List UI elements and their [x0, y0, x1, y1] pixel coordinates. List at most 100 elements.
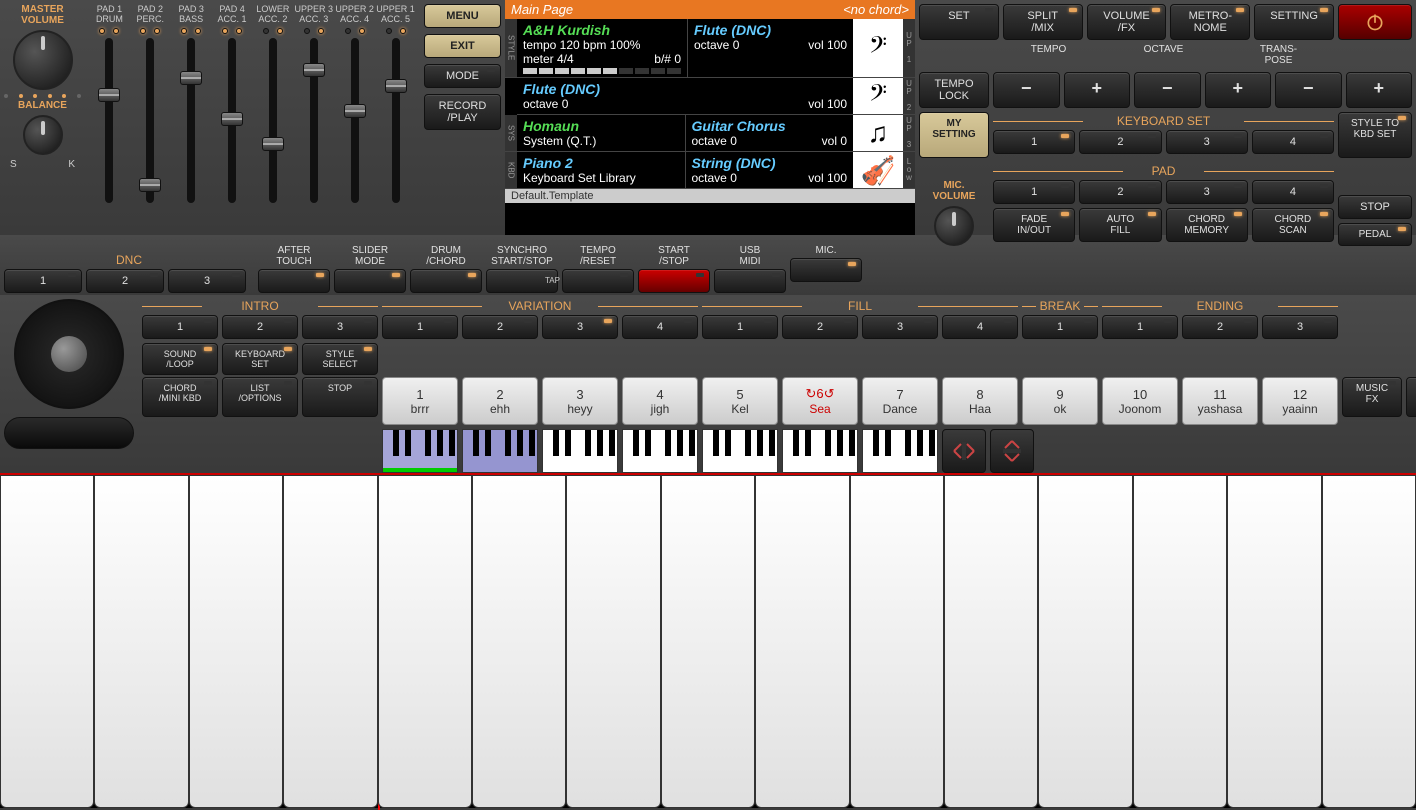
white-key-13[interactable] — [1227, 475, 1321, 808]
mini-kbd-4[interactable] — [702, 429, 778, 473]
kbd-set-2-button[interactable]: 2 — [1079, 130, 1161, 154]
fill-1-button[interactable]: 1 — [702, 315, 778, 339]
preset-10-pad[interactable]: 10Joonom — [1102, 377, 1178, 425]
slider-0[interactable] — [105, 38, 113, 203]
slider-4[interactable] — [269, 38, 277, 203]
intro-1-button[interactable]: 1 — [142, 315, 218, 339]
display-row-2[interactable]: SYSHomaunSystem (Q.T.) Guitar Chorusocta… — [505, 115, 915, 152]
preset-6-pad[interactable]: ↻6↺Sea — [782, 377, 858, 425]
ctrl-4-button[interactable]: TAP — [562, 269, 634, 293]
white-key-5[interactable] — [472, 475, 566, 808]
rt-volumefx-button[interactable]: VOLUME /FX — [1087, 4, 1167, 40]
rt3-2-button[interactable]: CHORD MEMORY — [1166, 208, 1248, 242]
white-key-14[interactable] — [1322, 475, 1416, 808]
rt3-3-button[interactable]: CHORD SCAN — [1252, 208, 1334, 242]
preset-4-pad[interactable]: 4jigh — [622, 377, 698, 425]
slider-5[interactable] — [310, 38, 318, 203]
preset-9-pad[interactable]: 9ok — [1022, 377, 1098, 425]
fill-2-button[interactable]: 2 — [782, 315, 858, 339]
white-key-11[interactable] — [1038, 475, 1132, 808]
tempo-lock-button[interactable]: TEMPO LOCK — [919, 72, 989, 108]
ctrl-1-button[interactable] — [334, 269, 406, 293]
my-setting-button[interactable]: MY SETTING — [919, 112, 989, 158]
preset-5-pad[interactable]: 5Kel — [702, 377, 778, 425]
preset-12-pad[interactable]: 12yaainn — [1262, 377, 1338, 425]
ctrl-7-button[interactable] — [790, 258, 862, 282]
ending-2-button[interactable]: 2 — [1182, 315, 1258, 339]
ending-1-button[interactable]: 1 — [1102, 315, 1178, 339]
slider-7[interactable] — [392, 38, 400, 203]
white-key-12[interactable] — [1133, 475, 1227, 808]
pad-2-button[interactable]: 2 — [1079, 180, 1161, 204]
white-key-8[interactable] — [755, 475, 849, 808]
mode-button[interactable]: MODE — [424, 64, 501, 88]
bottom-opt-button[interactable]: CHORD /MINI KBD — [142, 377, 218, 417]
fill-4-button[interactable]: 4 — [942, 315, 1018, 339]
white-key-3[interactable] — [283, 475, 377, 808]
break-1-button[interactable]: 1 — [1022, 315, 1098, 339]
white-key-6[interactable] — [566, 475, 660, 808]
balance-knob[interactable] — [23, 115, 63, 155]
dnc-3-button[interactable]: 3 — [168, 269, 246, 293]
white-key-7[interactable] — [661, 475, 755, 808]
ctrl-6-button[interactable] — [714, 269, 786, 293]
white-key-0[interactable] — [0, 475, 94, 808]
octave-minus-button[interactable]: − — [1134, 72, 1201, 108]
ctrl-5-button[interactable] — [638, 269, 710, 293]
white-key-1[interactable] — [94, 475, 188, 808]
rt3-0-button[interactable]: FADE IN/OUT — [993, 208, 1075, 242]
white-key-9[interactable] — [850, 475, 944, 808]
pill-button[interactable] — [4, 417, 134, 449]
main-keyboard[interactable] — [0, 473, 1416, 808]
variation-2-button[interactable]: 2 — [462, 315, 538, 339]
mini-kbd-5[interactable] — [782, 429, 858, 473]
white-key-10[interactable] — [944, 475, 1038, 808]
variation-3-button[interactable]: 3 — [542, 315, 618, 339]
rt-set-button[interactable]: SET — [919, 4, 999, 40]
preset-2-pad[interactable]: 2ehh — [462, 377, 538, 425]
opt-button[interactable]: STYLE SELECT — [302, 343, 378, 375]
kbd-width-button[interactable] — [942, 429, 986, 473]
variation-4-button[interactable]: 4 — [622, 315, 698, 339]
mini-kbd-3[interactable] — [622, 429, 698, 473]
white-key-2[interactable] — [189, 475, 283, 808]
bottom-opt-button[interactable]: LIST /OPTIONS — [222, 377, 298, 417]
mini-kbd-6[interactable] — [862, 429, 938, 473]
master-volume-knob[interactable] — [13, 30, 73, 90]
preset-11-pad[interactable]: 11yashasa — [1182, 377, 1258, 425]
intro-2-button[interactable]: 2 — [222, 315, 298, 339]
display-row-1[interactable]: Flute (DNC)octave 0vol 100 𝄢 UP 2 — [517, 78, 915, 115]
kbd-height-button[interactable] — [990, 429, 1034, 473]
bottom-opt-button[interactable]: STOP — [302, 377, 378, 417]
slider-3[interactable] — [228, 38, 236, 203]
ending-3-button[interactable]: 3 — [1262, 315, 1338, 339]
ctrl-0-button[interactable] — [258, 269, 330, 293]
kbd-set-1-button[interactable]: 1 — [993, 130, 1075, 154]
fx-button[interactable]: STYLE FX — [1406, 377, 1416, 417]
rt-metronome-button[interactable]: METRO- NOME — [1170, 4, 1250, 40]
preset-1-pad[interactable]: 1brrr — [382, 377, 458, 425]
display-row-3[interactable]: KBDPiano 2Keyboard Set Library String (D… — [505, 152, 915, 189]
tempo-minus-button[interactable]: − — [993, 72, 1060, 108]
slider-1[interactable] — [146, 38, 154, 203]
kbd-set-3-button[interactable]: 3 — [1166, 130, 1248, 154]
rt-setting-button[interactable]: SETTING — [1254, 4, 1334, 40]
dnc-2-button[interactable]: 2 — [86, 269, 164, 293]
pad-4-button[interactable]: 4 — [1252, 180, 1334, 204]
slider-6[interactable] — [351, 38, 359, 203]
pad-3-button[interactable]: 3 — [1166, 180, 1248, 204]
opt-button[interactable]: SOUND /LOOP — [142, 343, 218, 375]
joystick[interactable] — [14, 299, 124, 409]
intro-3-button[interactable]: 3 — [302, 315, 378, 339]
rt3-1-button[interactable]: AUTO FILL — [1079, 208, 1161, 242]
fx-button[interactable]: MUSIC FX — [1342, 377, 1402, 417]
preset-8-pad[interactable]: 8Haa — [942, 377, 1018, 425]
rt-splitmix-button[interactable]: SPLIT /MIX — [1003, 4, 1083, 40]
mini-kbd-1[interactable] — [462, 429, 538, 473]
power-button[interactable] — [1338, 4, 1412, 40]
transpose-plus-button[interactable]: + — [1346, 72, 1413, 108]
preset-7-pad[interactable]: 7Dance — [862, 377, 938, 425]
menu-button[interactable]: MENU — [424, 4, 501, 28]
mini-kbd-0[interactable] — [382, 429, 458, 473]
pad-1-button[interactable]: 1 — [993, 180, 1075, 204]
